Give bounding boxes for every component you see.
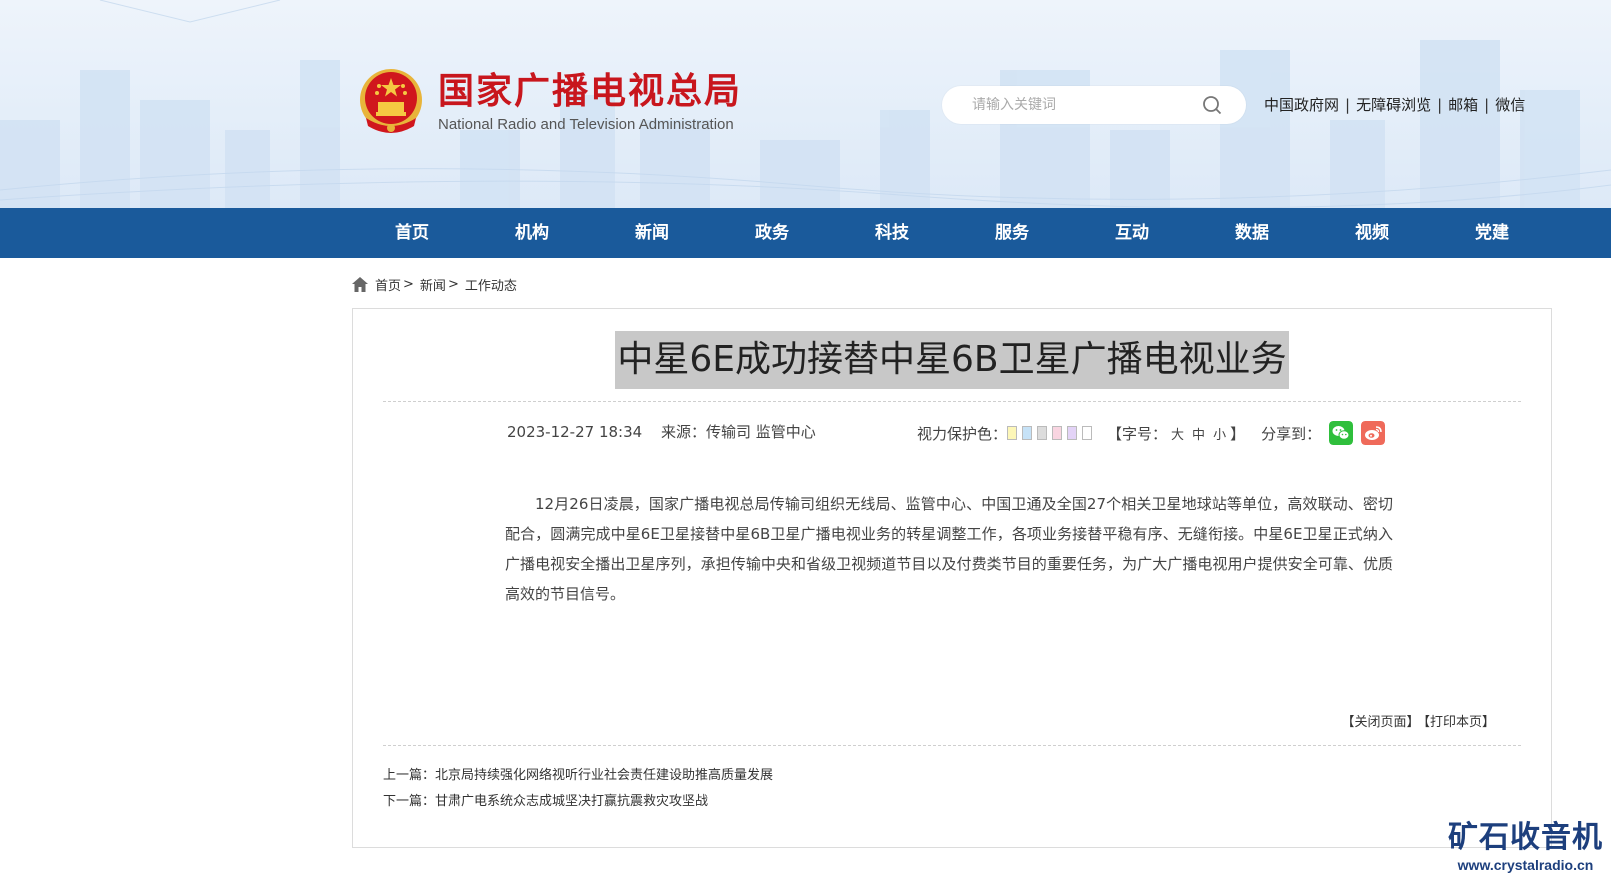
footer-divider [383,745,1521,746]
article-datetime: 2023-12-27 18:34 [507,423,643,441]
page-actions: 【关闭页面】 【打印本页】 [1337,711,1495,730]
main-nav: 首页 机构 新闻 政务 科技 服务 互动 数据 视频 党建 [0,208,1611,258]
article-title: 中星6E成功接替中星6B卫星广播电视业务 [615,331,1289,389]
nav-item-technology[interactable]: 科技 [832,208,952,258]
article-source: 传输司 监管中心 [705,423,816,441]
nav-item-party[interactable]: 党建 [1432,208,1552,258]
link-mail[interactable]: 邮箱 [1448,94,1478,115]
font-size-large[interactable]: 大 [1171,424,1184,443]
search-input[interactable] [972,97,1212,113]
nav-item-news[interactable]: 新闻 [592,208,712,258]
source-label: 来源： [660,423,706,441]
article-container: 中星6E成功接替中星6B卫星广播电视业务 2023-12-27 18:34 来源… [352,308,1552,848]
breadcrumb-separator: > [447,277,459,292]
article-body: 12月26日凌晨，国家广播电视总局传输司组织无线局、监管中心、中国卫通及全国27… [505,495,1393,603]
nav-item-service[interactable]: 服务 [952,208,1072,258]
next-article-link[interactable]: 甘肃广电系统众志成城坚决打赢抗震救灾攻坚战 [435,794,708,809]
print-page-button[interactable]: 【打印本页】 [1423,715,1495,730]
search-box [942,86,1246,124]
nav-item-video[interactable]: 视频 [1312,208,1432,258]
watermark-text: 矿石收音机 [1448,820,1603,855]
search-icon[interactable] [1202,95,1222,115]
title-divider [383,401,1521,402]
weibo-icon[interactable] [1361,421,1386,445]
prev-label: 上一篇： [383,768,436,783]
font-size-medium[interactable]: 中 [1192,424,1205,443]
next-article: 下一篇：甘肃广电系统众志成城坚决打赢抗震救灾攻坚战 [383,789,773,815]
separator: | [1484,95,1490,114]
site-name-en: National Radio and Television Administra… [438,116,734,133]
link-accessibility[interactable]: 无障碍浏览 [1356,94,1431,115]
prev-article: 上一篇：北京局持续强化网络视听行业社会责任建设助推高质量发展 [383,763,773,789]
site-name-cn: 国家广播电视总局 [438,71,743,112]
nav-item-interaction[interactable]: 互动 [1072,208,1192,258]
font-size-prefix: 【字号： [1107,424,1168,443]
watermark-url: www.crystalradio.cn [1457,857,1594,873]
font-size-suffix: 】 [1230,424,1246,443]
article-navigation: 上一篇：北京局持续强化网络视听行业社会责任建设助推高质量发展 下一篇：甘肃广电系… [383,763,773,815]
font-size-small[interactable]: 小 [1213,424,1226,443]
nav-item-organization[interactable]: 机构 [472,208,592,258]
breadcrumb-news[interactable]: 新闻 [420,275,446,294]
prev-article-link[interactable]: 北京局持续强化网络视听行业社会责任建设助推高质量发展 [435,768,773,783]
nav-item-government[interactable]: 政务 [712,208,832,258]
share-label: 分享到： [1261,424,1322,443]
home-icon [352,277,368,292]
site-header: 国家广播电视总局 National Radio and Television A… [0,0,1611,208]
next-label: 下一篇： [383,794,436,809]
nav-item-home[interactable]: 首页 [352,208,472,258]
eye-color-swatch-pink[interactable] [1052,426,1063,440]
eye-color-swatch-gray[interactable] [1037,426,1048,440]
eye-color-swatch-blue[interactable] [1022,426,1033,440]
eye-color-swatch-yellow[interactable] [1007,426,1018,440]
eye-color-swatch-purple[interactable] [1067,426,1078,440]
breadcrumb-work-updates[interactable]: 工作动态 [465,275,517,294]
separator: | [1345,95,1351,114]
separator: | [1437,95,1443,114]
watermark: 矿石收音机 www.crystalradio.cn [1443,820,1608,874]
site-logo[interactable]: 国家广播电视总局 National Radio and Television A… [358,66,742,138]
nav-item-data[interactable]: 数据 [1192,208,1312,258]
link-wechat[interactable]: 微信 [1495,94,1525,115]
top-links: 中国政府网 | 无障碍浏览 | 邮箱 | 微信 [1264,94,1525,115]
article-meta: 2023-12-27 18:34 来源：传输司 监管中心 [507,421,816,442]
eye-color-label: 视力保护色： [917,424,1008,443]
breadcrumb: 首页 > 新闻 > 工作动态 [352,275,517,294]
close-page-button[interactable]: 【关闭页面】 [1341,715,1419,730]
wechat-icon[interactable] [1329,421,1354,445]
eye-color-swatch-white[interactable] [1082,426,1093,440]
national-emblem-icon [360,69,422,133]
breadcrumb-separator: > [403,277,414,292]
breadcrumb-home[interactable]: 首页 [375,275,401,294]
link-gov[interactable]: 中国政府网 [1264,94,1339,115]
article-tools: 视力保护色： 【字号： 大 中 小 】 分享到： [917,421,1386,445]
